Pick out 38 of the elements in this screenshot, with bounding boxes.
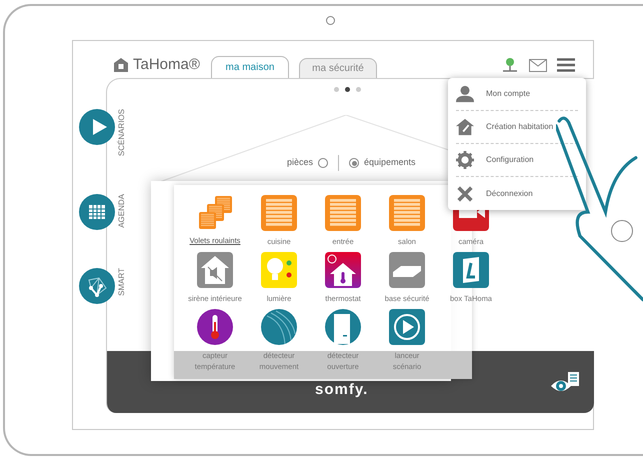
play-icon[interactable] <box>79 109 115 145</box>
close-icon <box>456 184 474 202</box>
radio-option[interactable]: pièces <box>287 156 328 170</box>
window-shutter-icon[interactable] <box>259 194 299 232</box>
tab[interactable]: ma maison <box>211 56 289 78</box>
tab[interactable]: ma sécurité <box>299 58 377 78</box>
radio-option[interactable]: équipements <box>349 156 416 170</box>
calendar-icon[interactable] <box>79 194 115 230</box>
nav-label[interactable]: AGENDA <box>117 194 127 228</box>
logo-text: TaHoma® <box>133 55 200 75</box>
home-button[interactable] <box>611 220 633 242</box>
network-user-icon[interactable] <box>501 57 519 73</box>
door-sensor-icon[interactable] <box>323 308 363 346</box>
menu-item[interactable]: Déconnexion <box>456 177 578 210</box>
camera-icon <box>326 16 335 25</box>
window-shutter-icon[interactable] <box>323 194 363 232</box>
light-bulb-icon[interactable] <box>259 251 299 289</box>
menu-icon[interactable] <box>557 58 575 72</box>
menu-item[interactable]: Mon compte <box>456 78 578 111</box>
tablet-logo-icon[interactable] <box>451 251 491 289</box>
nav-label[interactable]: SCÉNARIOS <box>117 109 127 156</box>
brand-logo: somfy. <box>315 380 368 400</box>
menu-item[interactable]: Création habitation <box>456 111 578 144</box>
window-shutter-icon[interactable] <box>387 194 427 232</box>
network-icon[interactable] <box>79 268 115 304</box>
play-icon[interactable] <box>387 308 427 346</box>
nav-label[interactable]: SMART <box>117 268 127 296</box>
house-speaker-muted-icon[interactable] <box>195 251 235 289</box>
menu-item[interactable]: Configuration <box>456 144 578 177</box>
mail-icon[interactable] <box>529 58 547 72</box>
house-logo-icon <box>113 57 129 74</box>
house-thermometer-icon[interactable] <box>323 251 363 289</box>
wave-sphere-icon[interactable] <box>259 308 299 346</box>
thermometer-icon[interactable] <box>195 308 235 346</box>
security-base-icon[interactable] <box>387 251 427 289</box>
house-wrench-icon <box>456 118 474 136</box>
settings-icon <box>456 151 474 169</box>
person-icon <box>456 85 474 103</box>
